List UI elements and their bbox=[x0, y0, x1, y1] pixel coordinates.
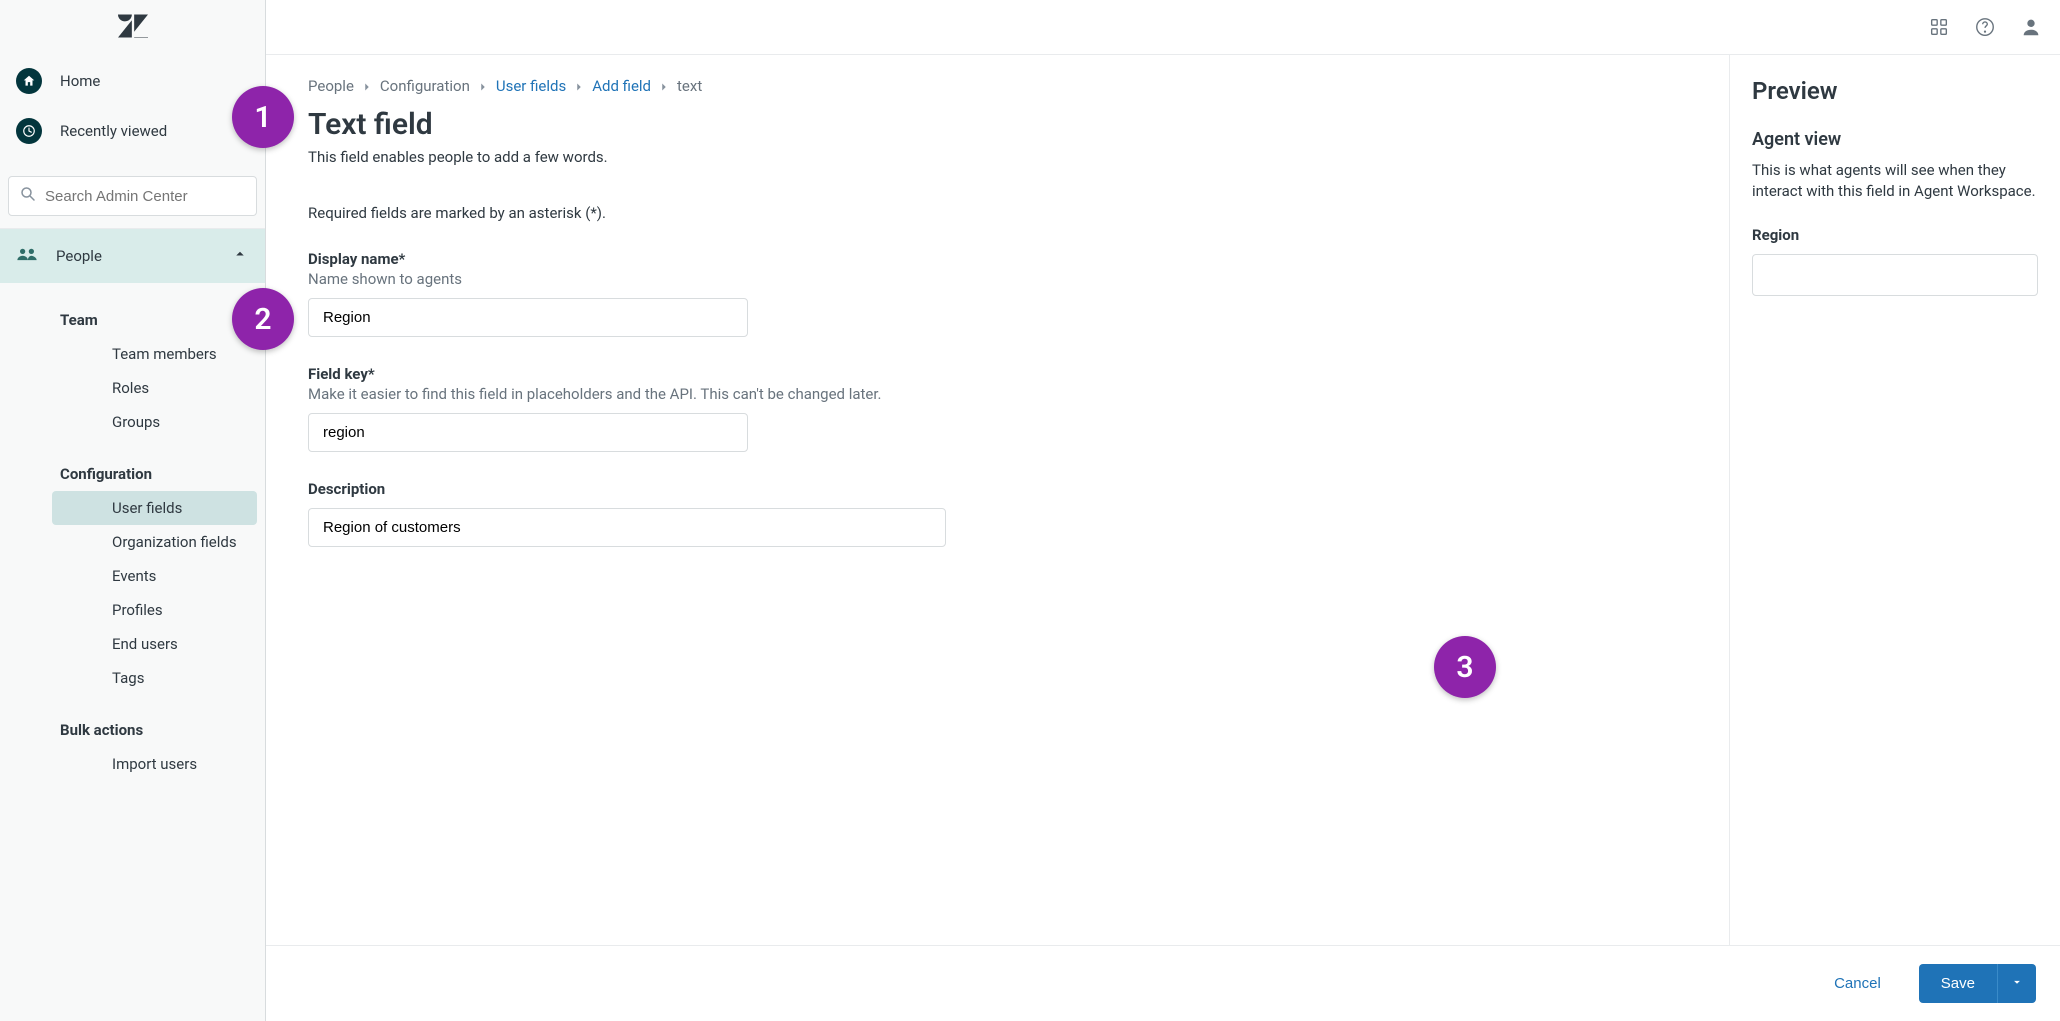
sidebar-section-label: People bbox=[56, 247, 102, 265]
required-note: Required fields are marked by an asteris… bbox=[308, 204, 1689, 222]
primary-nav: Home Recently viewed bbox=[0, 52, 265, 168]
search-wrap bbox=[0, 168, 265, 229]
save-button-group: Save bbox=[1919, 964, 2036, 1003]
cancel-button[interactable]: Cancel bbox=[1818, 965, 1897, 1002]
save-dropdown-button[interactable] bbox=[1997, 964, 2036, 1003]
sidebar-item-events[interactable]: Events bbox=[52, 559, 257, 593]
crumb-user-fields[interactable]: User fields bbox=[496, 77, 566, 95]
annotation-step-1: 1 bbox=[232, 86, 294, 148]
field-key-input[interactable] bbox=[308, 413, 748, 452]
annotation-step-2: 2 bbox=[232, 288, 294, 350]
chevron-down-icon bbox=[2010, 975, 2024, 992]
sidebar-item-team-members[interactable]: Team members bbox=[52, 337, 257, 371]
home-icon bbox=[16, 68, 42, 94]
sidebar-item-roles[interactable]: Roles bbox=[52, 371, 257, 405]
sidebar-item-tags[interactable]: Tags bbox=[52, 661, 257, 695]
search-input[interactable] bbox=[45, 188, 246, 205]
sidebar-item-organization-fields[interactable]: Organization fields bbox=[52, 525, 257, 559]
annotation-step-3: 3 bbox=[1434, 636, 1496, 698]
topbar bbox=[266, 0, 2060, 55]
field-display-name: Display name* Name shown to agents bbox=[308, 250, 1689, 337]
sidebar-item-profiles[interactable]: Profiles bbox=[52, 593, 257, 627]
search-box[interactable] bbox=[8, 176, 257, 216]
subnav-group-title: Bulk actions bbox=[0, 711, 265, 747]
sidebar-section-people[interactable]: People bbox=[0, 229, 265, 283]
preview-panel: Preview Agent view This is what agents w… bbox=[1730, 55, 2060, 945]
field-field-key: Field key* Make it easier to find this f… bbox=[308, 365, 1689, 452]
workspace: People Configuration User fields Add fie… bbox=[266, 55, 2060, 945]
nav-recently-viewed[interactable]: Recently viewed bbox=[0, 106, 265, 156]
page-subtitle: This field enables people to add a few w… bbox=[308, 148, 1689, 166]
preview-title: Preview bbox=[1752, 77, 2038, 105]
breadcrumb: People Configuration User fields Add fie… bbox=[308, 77, 1689, 95]
description-input[interactable] bbox=[308, 508, 946, 547]
preview-field-input bbox=[1752, 254, 2038, 296]
main: People Configuration User fields Add fie… bbox=[266, 0, 2060, 1021]
field-key-hint: Make it easier to find this field in pla… bbox=[308, 385, 1689, 403]
chevron-up-icon bbox=[231, 245, 249, 267]
preview-subtitle: Agent view bbox=[1752, 129, 2038, 150]
sidebar-item-user-fields[interactable]: User fields bbox=[52, 491, 257, 525]
zendesk-logo-icon bbox=[118, 14, 148, 42]
subnav-group-team: Team Team members Roles Groups bbox=[0, 295, 265, 449]
people-icon bbox=[16, 247, 38, 265]
preview-field-label: Region bbox=[1752, 226, 2038, 244]
nav-home[interactable]: Home bbox=[0, 56, 265, 106]
chevron-right-icon bbox=[657, 77, 671, 95]
nav-home-label: Home bbox=[60, 72, 100, 90]
clock-icon bbox=[16, 118, 42, 144]
crumb-configuration: Configuration bbox=[380, 77, 470, 95]
chevron-right-icon bbox=[360, 77, 374, 95]
sidebar: Home Recently viewed People bbox=[0, 0, 266, 1021]
sidebar-subnav: Team Team members Roles Groups Configura… bbox=[0, 283, 265, 811]
crumb-text: text bbox=[677, 77, 702, 95]
subnav-group-configuration: Configuration User fields Organization f… bbox=[0, 449, 265, 705]
help-icon[interactable] bbox=[1974, 16, 1996, 38]
field-key-label: Field key* bbox=[308, 365, 1689, 383]
chevron-right-icon bbox=[572, 77, 586, 95]
preview-blurb: This is what agents will see when they i… bbox=[1752, 160, 2038, 202]
apps-icon[interactable] bbox=[1928, 16, 1950, 38]
display-name-input[interactable] bbox=[308, 298, 748, 337]
description-label: Description bbox=[308, 480, 1689, 498]
sidebar-item-groups[interactable]: Groups bbox=[52, 405, 257, 439]
subnav-group-bulk-actions: Bulk actions Import users bbox=[0, 705, 265, 791]
logo bbox=[0, 0, 265, 52]
chevron-right-icon bbox=[476, 77, 490, 95]
subnav-group-title: Configuration bbox=[0, 455, 265, 491]
search-icon bbox=[19, 185, 37, 207]
display-name-label: Display name* bbox=[308, 250, 1689, 268]
field-description: Description bbox=[308, 480, 1689, 547]
page-title: Text field bbox=[308, 107, 1689, 142]
content: People Configuration User fields Add fie… bbox=[266, 55, 1730, 945]
crumb-add-field[interactable]: Add field bbox=[592, 77, 651, 95]
sidebar-item-import-users[interactable]: Import users bbox=[52, 747, 257, 781]
subnav-group-title: Team bbox=[0, 301, 265, 337]
save-button[interactable]: Save bbox=[1919, 964, 1997, 1003]
profile-icon[interactable] bbox=[2020, 16, 2042, 38]
display-name-hint: Name shown to agents bbox=[308, 270, 1689, 288]
footer: Cancel Save bbox=[266, 945, 2060, 1021]
nav-recently-viewed-label: Recently viewed bbox=[60, 122, 167, 140]
crumb-people: People bbox=[308, 77, 354, 95]
sidebar-item-end-users[interactable]: End users bbox=[52, 627, 257, 661]
